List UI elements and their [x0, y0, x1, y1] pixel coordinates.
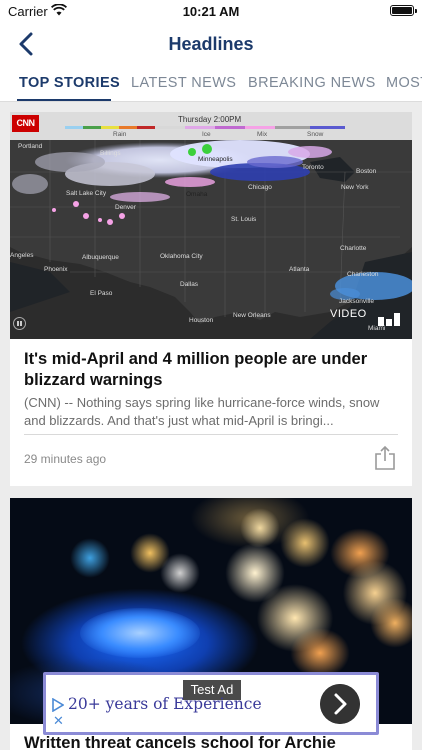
city-label: New Orleans [233, 312, 271, 319]
article-headline[interactable]: Written threat cancels school for Archie [24, 734, 400, 750]
city-label: Phoenix [44, 266, 68, 273]
article-video-thumbnail[interactable]: CNN Thursday 2:00PM Rain Ice Mix Snow Po… [10, 112, 412, 339]
legend-ice: Ice [202, 131, 211, 138]
divider [24, 434, 398, 435]
city-label: Omaha [186, 191, 208, 198]
map-legend-bar: CNN Thursday 2:00PM Rain Ice Mix Snow [10, 112, 412, 140]
city-label: Dallas [180, 281, 199, 288]
category-tabs: TOP STORIES LATEST NEWS BREAKING NEWS MO… [0, 66, 422, 102]
city-label: Minneapolis [198, 156, 233, 163]
video-label: VIDEO [330, 308, 367, 320]
city-label: El Paso [90, 290, 113, 297]
battery-icon [390, 5, 417, 16]
city-label: Angeles [10, 252, 34, 259]
city-label: Miami [368, 325, 386, 332]
article-card[interactable]: CNN Thursday 2:00PM Rain Ice Mix Snow Po… [10, 112, 412, 486]
ad-banner[interactable]: Test Ad 20+ years of Experience ✕ [43, 672, 379, 735]
city-label: Billings [100, 150, 121, 157]
ad-play-icon [52, 698, 64, 712]
status-bar: Carrier 10:21 AM [0, 0, 422, 22]
legend-snow: Snow [307, 131, 324, 138]
city-label: Atlanta [289, 266, 310, 273]
city-label: Jacksonville [339, 298, 375, 305]
city-label: St. Louis [231, 216, 257, 223]
cnn-logo: CNN [12, 115, 39, 132]
chevron-right-icon[interactable] [320, 684, 360, 724]
tab-breaking-news[interactable]: BREAKING NEWS [248, 75, 376, 91]
active-tab-indicator [17, 99, 111, 101]
city-label: Toronto [302, 164, 324, 171]
page-title: Headlines [168, 34, 254, 54]
city-label: Houston [189, 317, 214, 324]
legend-mix: Mix [257, 131, 268, 138]
legend-rain: Rain [113, 131, 127, 138]
ad-close-icon[interactable]: ✕ [53, 713, 64, 729]
article-headline[interactable]: It's mid-April and 4 million people are … [24, 349, 400, 391]
navigation-bar: Headlines [0, 22, 422, 66]
city-label: Salt Lake City [66, 190, 107, 197]
tab-latest-news[interactable]: LATEST NEWS [131, 75, 236, 91]
tab-most[interactable]: MOST [386, 75, 422, 91]
city-label: Boston [356, 168, 377, 175]
pause-icon[interactable] [13, 317, 26, 330]
article-timestamp: 29 minutes ago [24, 452, 107, 466]
ad-text[interactable]: 20+ years of Experience [68, 695, 262, 713]
precip-legend-scale [65, 126, 345, 129]
city-label: Chicago [248, 184, 272, 191]
city-label: Albuquerque [82, 254, 119, 261]
tab-top-stories[interactable]: TOP STORIES [19, 75, 120, 91]
share-icon[interactable] [374, 445, 396, 471]
city-label: Portland [18, 143, 43, 150]
article-summary: (CNN) -- Nothing says spring like hurric… [24, 395, 380, 428]
map-time-label: Thursday 2:00PM [178, 115, 242, 124]
city-label: Charleston [347, 271, 379, 278]
city-label: Charlotte [340, 245, 367, 252]
clock: 10:21 AM [182, 4, 240, 19]
video-bars-icon [378, 313, 400, 326]
city-label: New York [341, 184, 369, 191]
city-label: Denver [115, 204, 136, 211]
city-label: Oklahoma City [160, 253, 203, 260]
